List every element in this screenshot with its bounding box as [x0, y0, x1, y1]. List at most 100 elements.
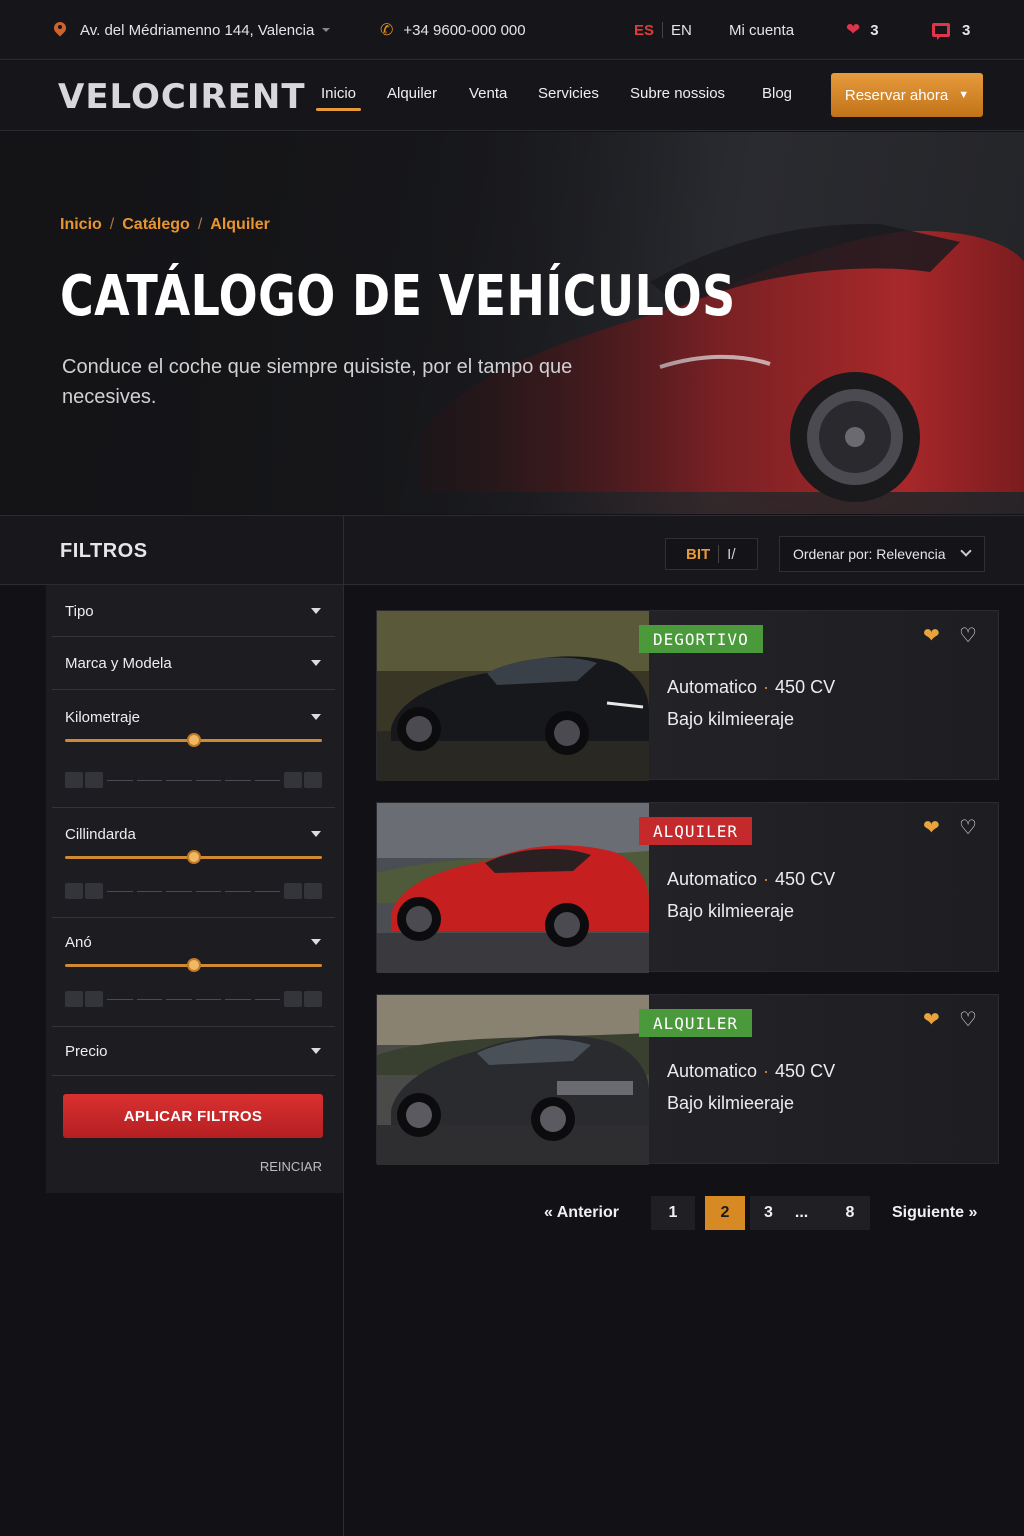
category-badge: ALQUILER: [639, 1009, 753, 1037]
site-logo[interactable]: VELOCIRENT: [58, 77, 306, 117]
caret-down-icon[interactable]: [311, 939, 321, 945]
pagination-page[interactable]: 8: [830, 1196, 870, 1230]
heart-icon: ❤: [846, 20, 861, 39]
location-pin-icon: [54, 22, 66, 38]
mileage: Bajo kilmieeraje: [667, 1093, 795, 1113]
vehicle-image: [377, 611, 649, 781]
sort-dropdown[interactable]: Ordenar por: Relevencia: [779, 536, 985, 572]
caret-down-icon[interactable]: [311, 714, 321, 720]
grid-view-button[interactable]: BIT: [686, 546, 710, 563]
vehicle-card[interactable]: ALQUILER ❤ ♡ Automatico · 450 CV Bajo kilm…: [376, 994, 999, 1165]
category-badge: ALQUILER: [639, 817, 753, 845]
transmission: Automatico: [667, 677, 758, 697]
nav-venta[interactable]: Venta: [469, 85, 507, 102]
vehicle-card[interactable]: ALQUILER ❤ ♡ Automatico · 450 CV Bajo kilm…: [376, 802, 999, 973]
breadcrumb: Inicio / Catálego / Alquiler: [60, 216, 270, 234]
pagination-page-active[interactable]: 2: [705, 1196, 745, 1230]
vehicle-specs: Automatico · 450 CV: [667, 1061, 835, 1082]
favorites-link[interactable]: ❤ 3: [846, 0, 879, 60]
breadcrumb-separator: /: [109, 216, 115, 233]
filter-label: Cillindarda: [65, 826, 136, 843]
caret-down-icon: [311, 1048, 321, 1054]
caret-down-icon: [311, 608, 321, 614]
apply-filters-button[interactable]: APLICAR FILTROS: [63, 1094, 323, 1138]
separator-dot: ·: [763, 1061, 770, 1081]
filter-label: Anó: [65, 934, 92, 951]
messages-count: 3: [962, 21, 971, 39]
account-link[interactable]: Mi cuenta: [729, 0, 794, 60]
heart-outline-icon[interactable]: ♡: [959, 1007, 977, 1032]
lang-es[interactable]: ES: [634, 22, 654, 39]
filter-precio[interactable]: Precio: [52, 1027, 335, 1076]
range-slider-handle[interactable]: [187, 733, 201, 747]
filters-heading: FILTROS: [60, 540, 148, 562]
breadcrumb-catalogo[interactable]: Catálego: [122, 216, 190, 233]
slider-scale: [65, 990, 324, 1008]
heart-icon[interactable]: ❤: [923, 1007, 940, 1032]
filter-label: Tipo: [65, 603, 94, 620]
list-view-button[interactable]: I/: [727, 546, 735, 563]
column-divider: [343, 515, 344, 1536]
filter-kilometraje: Kilometraje: [52, 690, 335, 808]
heart-icon[interactable]: ❤: [923, 815, 940, 840]
chevron-down-icon: [322, 28, 331, 32]
pagination-prev[interactable]: « Anterior: [544, 1196, 619, 1230]
filter-ano: Anó: [52, 918, 335, 1027]
filter-marca-modelo[interactable]: Marca y Modela: [52, 637, 335, 690]
pagination-next[interactable]: Siguiente »: [892, 1196, 977, 1230]
power: 450 CV: [775, 869, 836, 889]
message-icon: [932, 23, 950, 40]
mileage: Bajo kilmieeraje: [667, 901, 795, 921]
heart-icon[interactable]: ❤: [923, 623, 940, 648]
range-slider-handle[interactable]: [187, 850, 201, 864]
page-3[interactable]: 3: [764, 1204, 773, 1222]
phone-text: +34 9600-000 000: [403, 21, 526, 39]
filter-label: Kilometraje: [65, 709, 141, 726]
reserve-now-button[interactable]: Reservar ahora ▼: [831, 73, 983, 117]
transmission: Automatico: [667, 869, 758, 889]
pagination-page[interactable]: 1: [651, 1196, 695, 1230]
address-text: Av. del Médriamenno 144, Valencia: [80, 21, 315, 39]
location-selector[interactable]: Av. del Médriamenno 144, Valencia: [54, 0, 331, 60]
vehicle-card[interactable]: DEGORTIVO ❤ ♡ Automatico · 450 CV Bajo kil…: [376, 610, 999, 781]
separator-dot: ·: [763, 677, 770, 697]
page-title: CATÁLOGO DE VEHÍCULOS: [60, 264, 736, 329]
caret-down-icon[interactable]: [311, 831, 321, 837]
pagination-ellipsis: ...: [794, 1204, 809, 1221]
heart-outline-icon[interactable]: ♡: [959, 815, 977, 840]
filter-tipo[interactable]: Tipo: [52, 585, 335, 637]
hero-subtitle: Conduce el coche que siempre quisiste, p…: [62, 356, 573, 408]
slider-scale: [65, 882, 324, 900]
breadcrumb-separator: /: [197, 216, 203, 233]
nav-inicio[interactable]: Inicio: [315, 85, 362, 111]
nav-blog[interactable]: Blog: [762, 85, 792, 102]
reset-filters-link[interactable]: REINCIAR: [260, 1159, 322, 1174]
nav-servicios[interactable]: Servicies: [538, 85, 599, 102]
sort-label: Ordenar por: Relevencia: [793, 546, 946, 562]
lang-en[interactable]: EN: [671, 22, 692, 39]
breadcrumb-alquiler[interactable]: Alquiler: [210, 216, 270, 233]
power: 450 CV: [775, 1061, 836, 1081]
vehicle-image: [377, 995, 649, 1165]
favorites-count: 3: [870, 21, 879, 39]
heart-outline-icon[interactable]: ♡: [959, 623, 977, 648]
filter-panel: Tipo Marca y Modela Kilometraje Cillinda…: [46, 585, 343, 1193]
breadcrumb-inicio[interactable]: Inicio: [60, 216, 102, 233]
chevron-down-icon: ▼: [958, 89, 970, 101]
phone-contact[interactable]: ✆ +34 9600-000 000: [380, 0, 526, 60]
filter-label: Precio: [65, 1043, 108, 1060]
hero-banner: Inicio / Catálego / Alquiler CATÁLOGO DE VEH…: [0, 132, 1024, 514]
filter-label: Marca y Modela: [65, 655, 172, 672]
vehicle-specs: Automatico · 450 CV: [667, 677, 835, 698]
nav-alquiler[interactable]: Alquiler: [387, 85, 437, 102]
vehicle-image: [377, 803, 649, 973]
chevron-down-icon: [960, 545, 972, 557]
nav-sobre-nosotros[interactable]: Subre nossios: [630, 85, 725, 102]
category-badge: DEGORTIVO: [639, 625, 763, 653]
reserve-now-label: Reservar ahora: [844, 86, 949, 104]
range-slider-handle[interactable]: [187, 958, 201, 972]
view-toggle: BIT I/: [665, 538, 758, 570]
separator-dot: ·: [763, 869, 770, 889]
transmission: Automatico: [667, 1061, 758, 1081]
messages-link[interactable]: 3: [932, 0, 970, 60]
